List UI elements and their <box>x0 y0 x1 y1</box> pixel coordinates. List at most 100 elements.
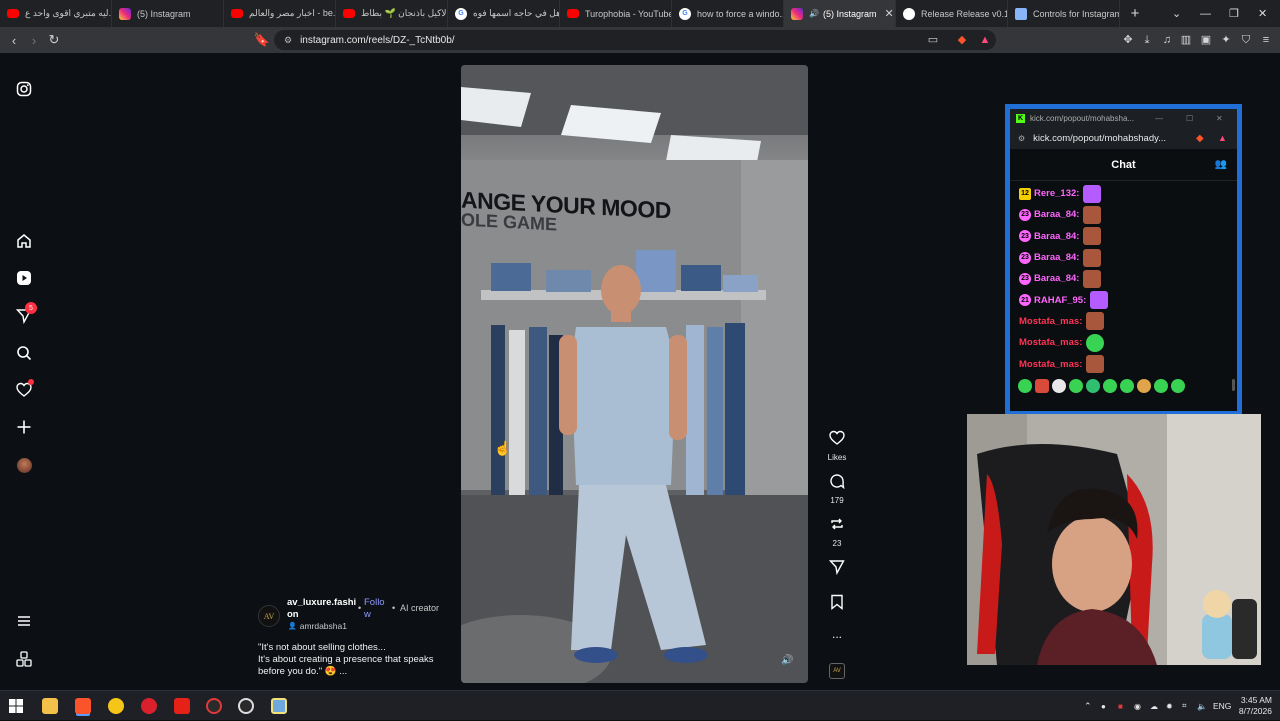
brave-rewards-icon[interactable]: ▲ <box>1218 133 1227 143</box>
create-plus-icon[interactable] <box>14 417 34 437</box>
notifications-heart-icon[interactable] <box>14 379 34 400</box>
volume-icon[interactable]: 🔈 <box>1197 691 1207 721</box>
emote <box>1090 291 1109 310</box>
minimize-icon[interactable]: — <box>1200 0 1211 27</box>
file-explorer-icon[interactable] <box>42 698 58 714</box>
tray-cloud-icon[interactable]: ☁ <box>1150 691 1158 721</box>
leo-ai-icon[interactable]: ✦ <box>1219 33 1233 47</box>
instagram-icon <box>119 7 131 20</box>
save-button[interactable] <box>823 594 851 615</box>
kick-chat-popout[interactable]: K kick.com/popout/mohabsha... — ☐ ✕ ⚙ ki… <box>1005 104 1242 416</box>
close-window-icon[interactable]: ✕ <box>1258 0 1267 27</box>
browser-tab[interactable]: (5) Instagram <box>112 0 224 27</box>
browser-tab[interactable]: Release Release v0.10 <box>896 0 1008 27</box>
downloads-icon[interactable]: ⤓ <box>1140 33 1154 47</box>
tab-list-chevron-icon[interactable]: ⌄ <box>1172 0 1181 27</box>
network-icon[interactable]: ⌗ <box>1182 691 1187 721</box>
emote[interactable] <box>1120 378 1134 393</box>
also-from-meta-icon[interactable] <box>14 649 34 669</box>
windows-start-icon[interactable] <box>9 699 23 713</box>
brave-shield-icon[interactable]: ◆ <box>1196 133 1204 144</box>
site-settings-icon[interactable]: ⚙ <box>1018 134 1025 143</box>
browser-tab[interactable]: Gهل في حاجه اسمها فوه... <box>448 0 560 27</box>
profile-avatar[interactable] <box>14 455 34 475</box>
site-info-icon[interactable]: ⚙ <box>284 35 292 46</box>
more-options-icon[interactable]: ... <box>823 627 851 641</box>
reel-caption[interactable]: "It's not about selling clothes... It's … <box>258 642 458 678</box>
brave-shield-icon[interactable]: ◆ <box>955 33 969 47</box>
sidebar-icon[interactable]: ▥ <box>1179 33 1193 47</box>
back-icon[interactable]: ‹ <box>4 33 24 48</box>
vpn-icon[interactable]: ⛉ <box>1239 33 1253 47</box>
emote[interactable] <box>1018 378 1032 393</box>
browser-tab[interactable]: Controls for Instagram <box>1008 0 1120 27</box>
wallet-icon[interactable]: ▣ <box>1199 33 1213 47</box>
tray-steam-icon[interactable]: ◉ <box>1134 691 1141 721</box>
emote[interactable] <box>1052 378 1066 393</box>
mute-toggle-icon[interactable]: 🔊 <box>781 655 793 666</box>
comment-button[interactable]: 179 <box>823 473 851 505</box>
reel-username[interactable]: av_luxure.fashion <box>287 597 359 621</box>
repost-button[interactable]: 23 <box>823 516 851 548</box>
browser-tab[interactable]: ليه متبري اقوى واحد ع... <box>0 0 112 27</box>
taskbar-app-icon[interactable] <box>108 698 124 714</box>
language-indicator[interactable]: ENG <box>1213 691 1231 721</box>
minimize-icon[interactable]: — <box>1155 114 1163 123</box>
browser-tab[interactable]: Turophobia - YouTube <box>560 0 672 27</box>
youtube-icon <box>567 9 579 18</box>
browser-tab[interactable]: اخبار مصر والعالم - be... <box>224 0 336 27</box>
emote[interactable] <box>1035 378 1049 393</box>
reload-icon[interactable]: ↻ <box>44 32 64 48</box>
browser-tab[interactable]: الاكيل باذنجان 🌱 بطاط... <box>336 0 448 27</box>
new-tab-button[interactable]: + <box>1120 5 1150 22</box>
browser-tab-active[interactable]: 🔊 (5) Instagram ✕ <box>784 0 896 27</box>
extensions-icon[interactable]: ✥ <box>1121 33 1135 47</box>
menu-icon[interactable]: ≡ <box>1259 33 1273 47</box>
instagram-logo-icon[interactable] <box>14 79 34 99</box>
sub-badge: 23 <box>1019 251 1031 264</box>
tray-mic-icon[interactable]: ● <box>1101 691 1106 721</box>
audio-attribution[interactable]: 👤 amrdabsha1 <box>288 621 347 631</box>
follow-button[interactable]: Follow <box>364 597 388 621</box>
url-field[interactable]: ⚙ instagram.com/reels/DZ-_TcNtb0b/ <box>274 30 996 50</box>
close-icon[interactable]: ✕ <box>1216 114 1223 123</box>
tray-brightness-icon[interactable]: ✹ <box>1166 691 1173 721</box>
brave-browser-icon[interactable] <box>75 698 91 714</box>
reel-author-avatar[interactable]: AV <box>258 605 280 627</box>
taskbar-app-icon[interactable] <box>271 698 287 714</box>
close-tab-icon[interactable]: ✕ <box>885 7 894 20</box>
emote[interactable] <box>1154 378 1168 393</box>
restore-icon[interactable]: ❐ <box>1229 0 1239 27</box>
emote[interactable] <box>1171 378 1185 393</box>
like-button[interactable]: Likes <box>823 430 851 462</box>
obs-icon[interactable] <box>206 698 222 714</box>
forward-icon[interactable]: › <box>24 33 44 48</box>
media-icon[interactable]: ♫ <box>1160 33 1174 47</box>
audio-icon: 🔊 <box>809 9 819 18</box>
cast-icon[interactable]: ▭ <box>926 33 940 47</box>
brave-rewards-icon[interactable]: ▲ <box>978 33 992 47</box>
taskbar-app-icon[interactable] <box>238 698 254 714</box>
bookmark-icon[interactable]: 🔖 <box>252 32 272 48</box>
more-menu-icon[interactable] <box>14 611 34 631</box>
audio-thumbnail[interactable]: AV <box>823 663 851 679</box>
search-icon[interactable] <box>14 343 34 363</box>
home-icon[interactable] <box>14 231 34 251</box>
chat-scrollbar[interactable] <box>1232 379 1235 391</box>
show-hidden-icons[interactable]: ⌃ <box>1084 691 1092 721</box>
chat-users-icon[interactable]: 👥 <box>1215 159 1227 170</box>
emote[interactable] <box>1137 378 1151 393</box>
reel-video[interactable]: ANGE YOUR MOOD OLE GAME ☝ 🔊 <box>461 65 808 683</box>
emote[interactable] <box>1069 378 1083 393</box>
reels-icon[interactable] <box>14 268 34 288</box>
tray-app-icon[interactable]: ■ <box>1118 691 1123 721</box>
share-button[interactable] <box>823 559 851 580</box>
clock[interactable]: 3:45 AM 8/7/2026 <box>1238 691 1272 721</box>
emote[interactable] <box>1103 378 1117 393</box>
restore-icon[interactable]: ☐ <box>1186 114 1193 123</box>
messages-icon[interactable]: 5 <box>14 302 37 326</box>
taskbar-app-icon[interactable] <box>141 698 157 714</box>
emote[interactable] <box>1086 378 1100 393</box>
browser-tab[interactable]: Ghow to force a windo... <box>672 0 784 27</box>
youtube-app-icon[interactable] <box>174 698 190 714</box>
